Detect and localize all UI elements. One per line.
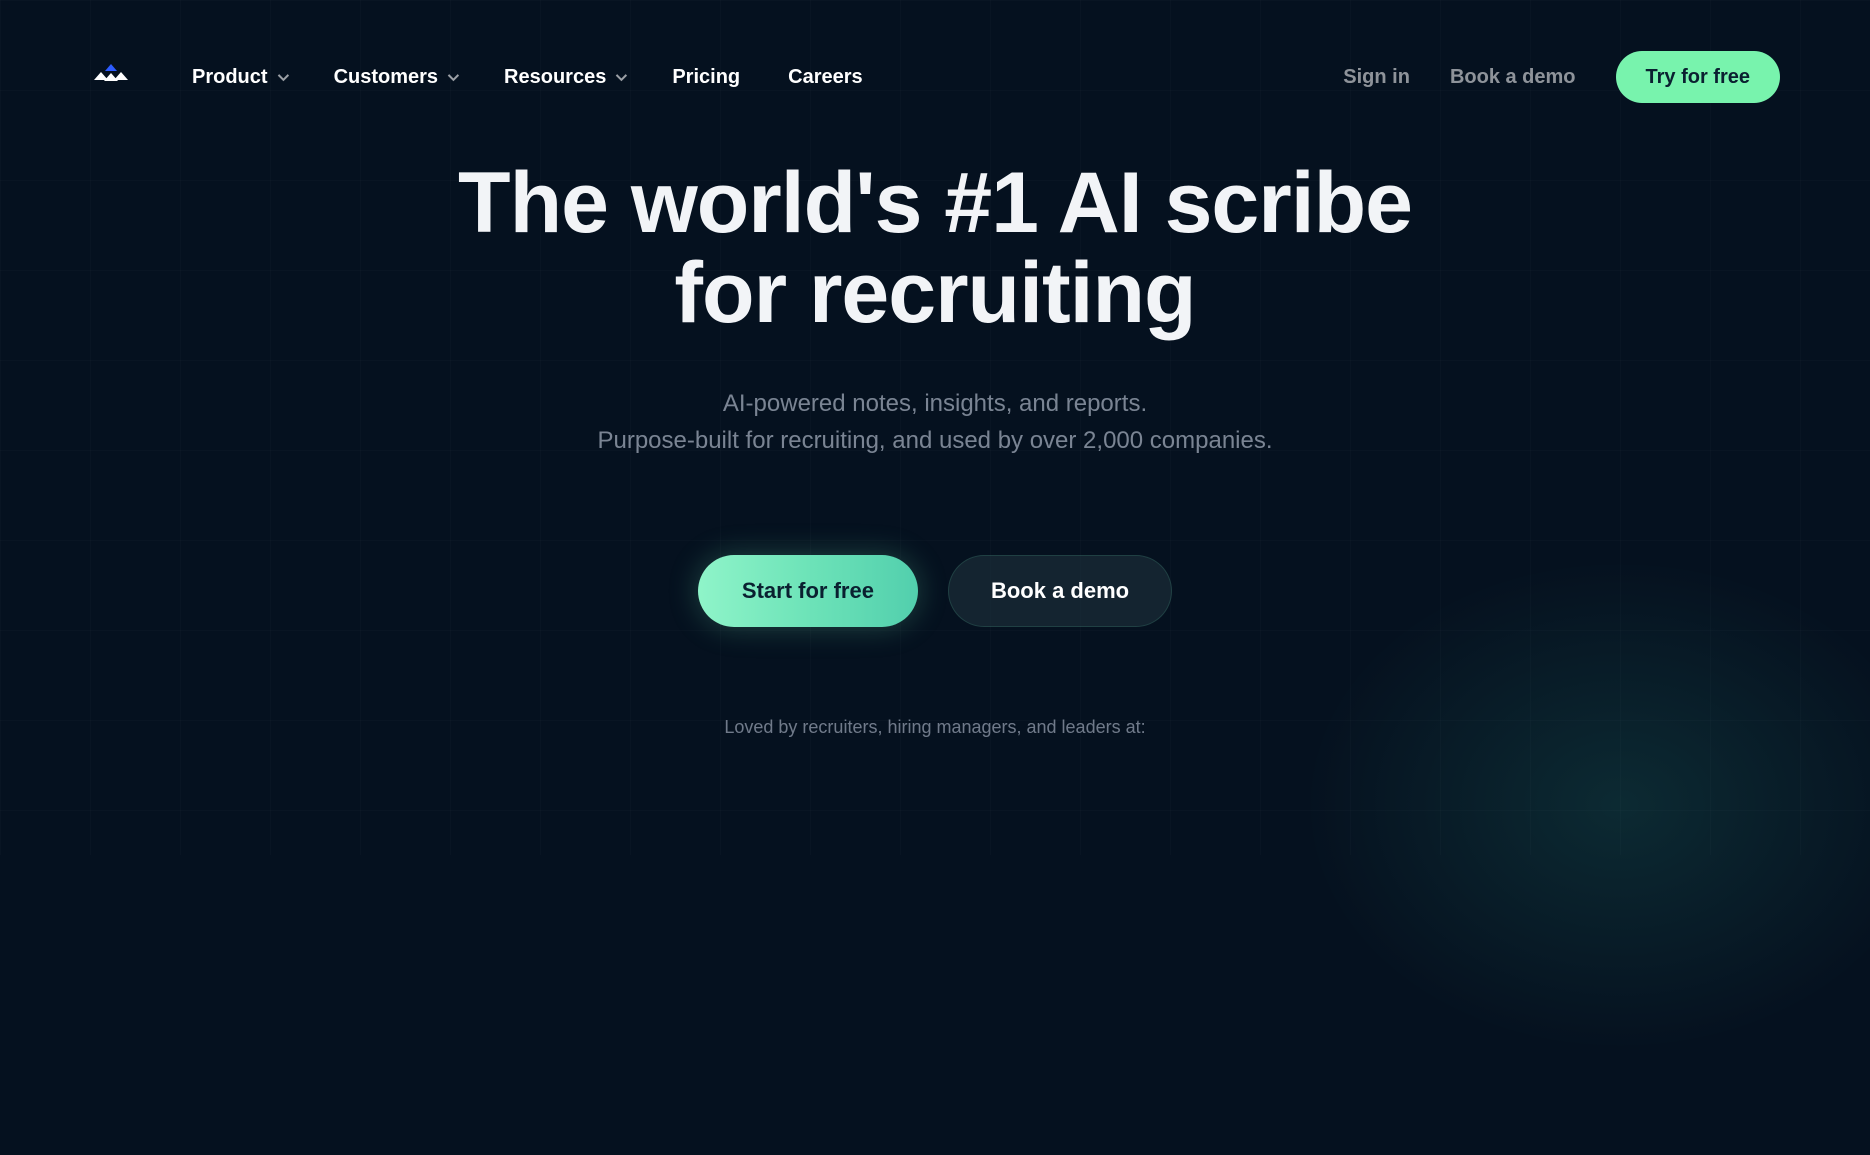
try-for-free-button[interactable]: Try for free: [1616, 51, 1780, 103]
book-demo-link[interactable]: Book a demo: [1450, 66, 1576, 89]
hero-title-line-1: The world's #1 AI scribe: [458, 155, 1412, 251]
nav-pricing[interactable]: Pricing: [672, 66, 740, 89]
hero-subtitle: AI-powered notes, insights, and reports.…: [597, 385, 1272, 459]
nav-pricing-label: Pricing: [672, 66, 740, 89]
nav-resources-label: Resources: [504, 66, 606, 89]
social-proof-text: Loved by recruiters, hiring managers, an…: [724, 717, 1145, 778]
header-actions: Sign in Book a demo Try for free: [1343, 51, 1780, 103]
nav-customers-label: Customers: [334, 66, 438, 89]
site-header: Product Customers Resources Pricing Care…: [0, 0, 1870, 110]
logo-icon: [90, 64, 132, 90]
nav-careers[interactable]: Careers: [788, 66, 863, 89]
nav-product-label: Product: [192, 66, 268, 89]
logo[interactable]: [90, 64, 132, 90]
chevron-down-icon: [616, 70, 627, 81]
hero-sub-line-1: AI-powered notes, insights, and reports.: [723, 390, 1147, 417]
chevron-down-icon: [277, 70, 288, 81]
hero-cta-row: Start for free Book a demo: [698, 555, 1172, 627]
nav-product[interactable]: Product: [192, 66, 286, 89]
primary-nav: Product Customers Resources Pricing Care…: [192, 66, 863, 89]
hero-sub-line-2: Purpose-built for recruiting, and used b…: [597, 427, 1272, 454]
hero-title: The world's #1 AI scribe for recruiting: [458, 158, 1412, 339]
nav-customers[interactable]: Customers: [334, 66, 456, 89]
start-for-free-button[interactable]: Start for free: [698, 555, 918, 627]
hero-title-line-2: for recruiting: [674, 245, 1195, 341]
nav-resources[interactable]: Resources: [504, 66, 624, 89]
nav-careers-label: Careers: [788, 66, 863, 89]
chevron-down-icon: [448, 70, 459, 81]
sign-in-link[interactable]: Sign in: [1343, 66, 1410, 89]
hero-section: The world's #1 AI scribe for recruiting …: [0, 158, 1870, 778]
book-a-demo-button[interactable]: Book a demo: [948, 555, 1172, 627]
